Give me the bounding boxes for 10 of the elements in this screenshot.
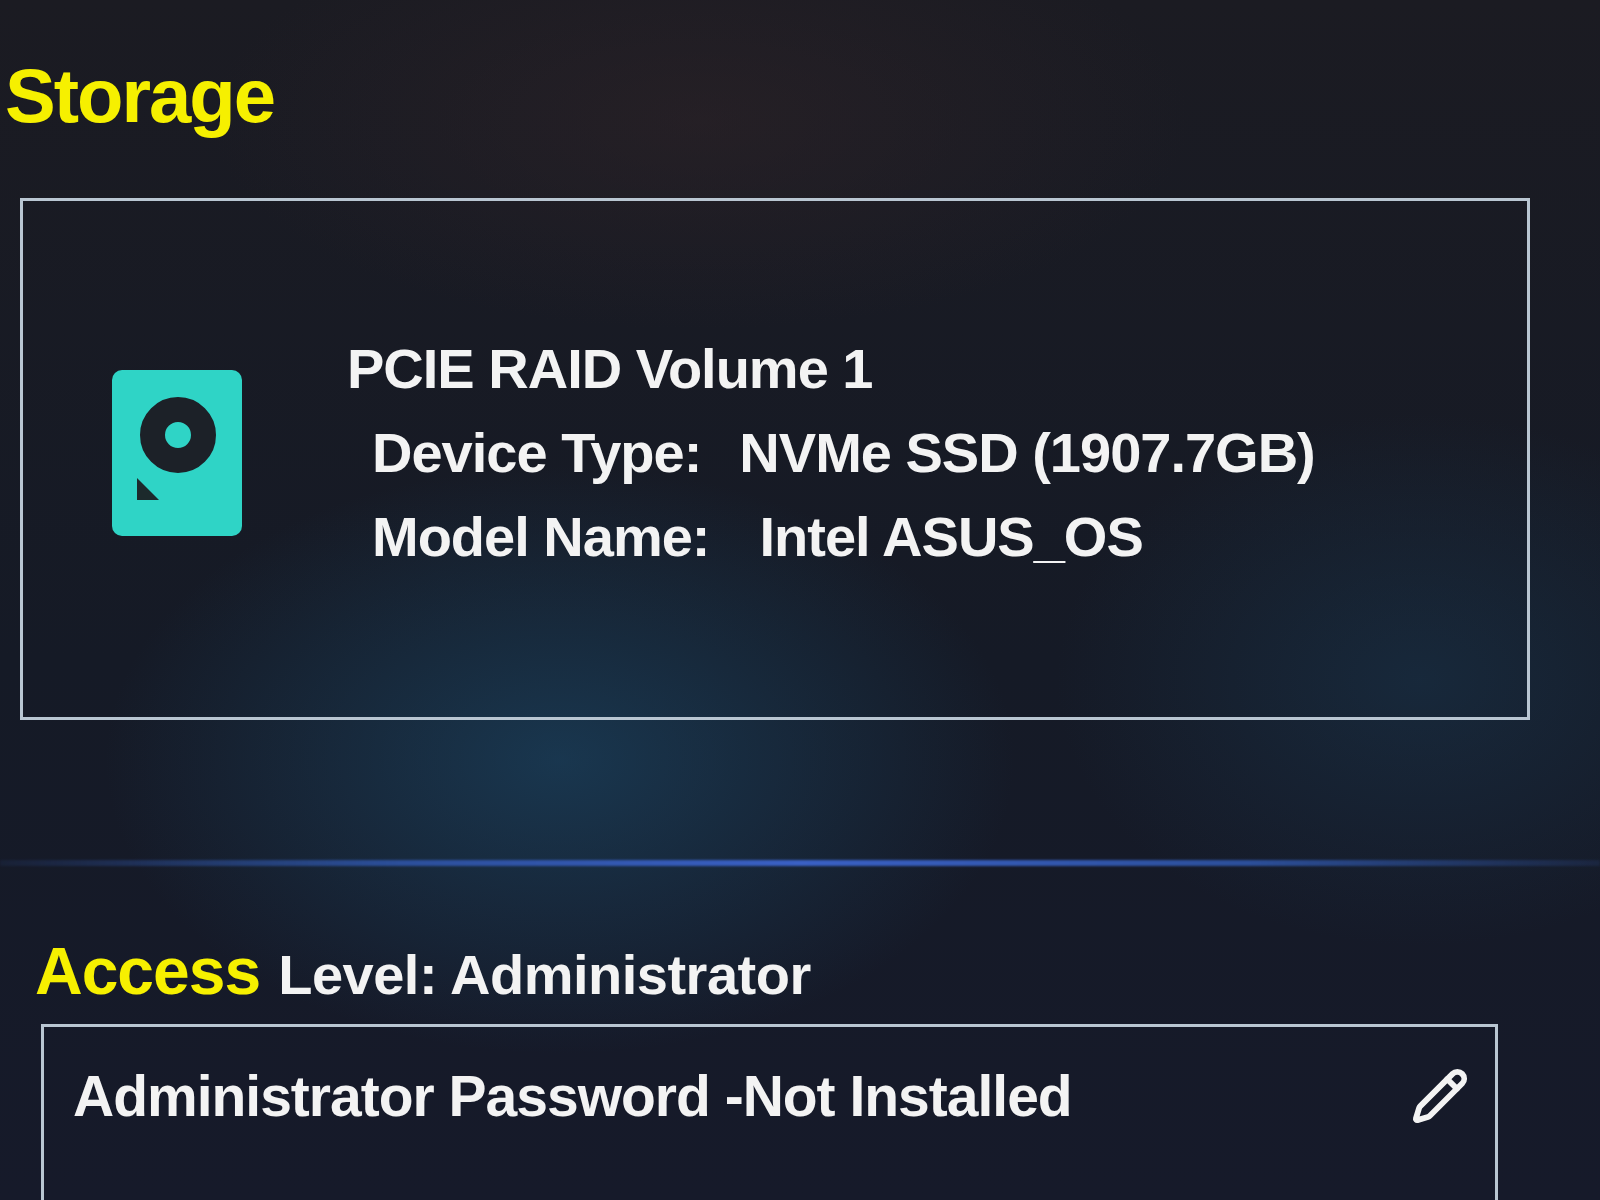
access-level-text: Level: Administrator	[278, 942, 811, 1008]
section-title: Access	[35, 934, 261, 1008]
device-name: PCIE RAID Volume 1	[347, 336, 873, 402]
password-status-text: Administrator Password -Not Installed	[73, 1063, 1072, 1129]
field-label: Model Name:	[372, 504, 710, 570]
field-value: Intel ASUS_OS	[759, 504, 1143, 570]
page-title: Storage	[5, 52, 274, 140]
pencil-icon[interactable]	[1411, 1067, 1469, 1125]
field-value: NVMe SSD (1907.7GB)	[739, 420, 1315, 486]
field-label: Device Type:	[372, 420, 702, 486]
